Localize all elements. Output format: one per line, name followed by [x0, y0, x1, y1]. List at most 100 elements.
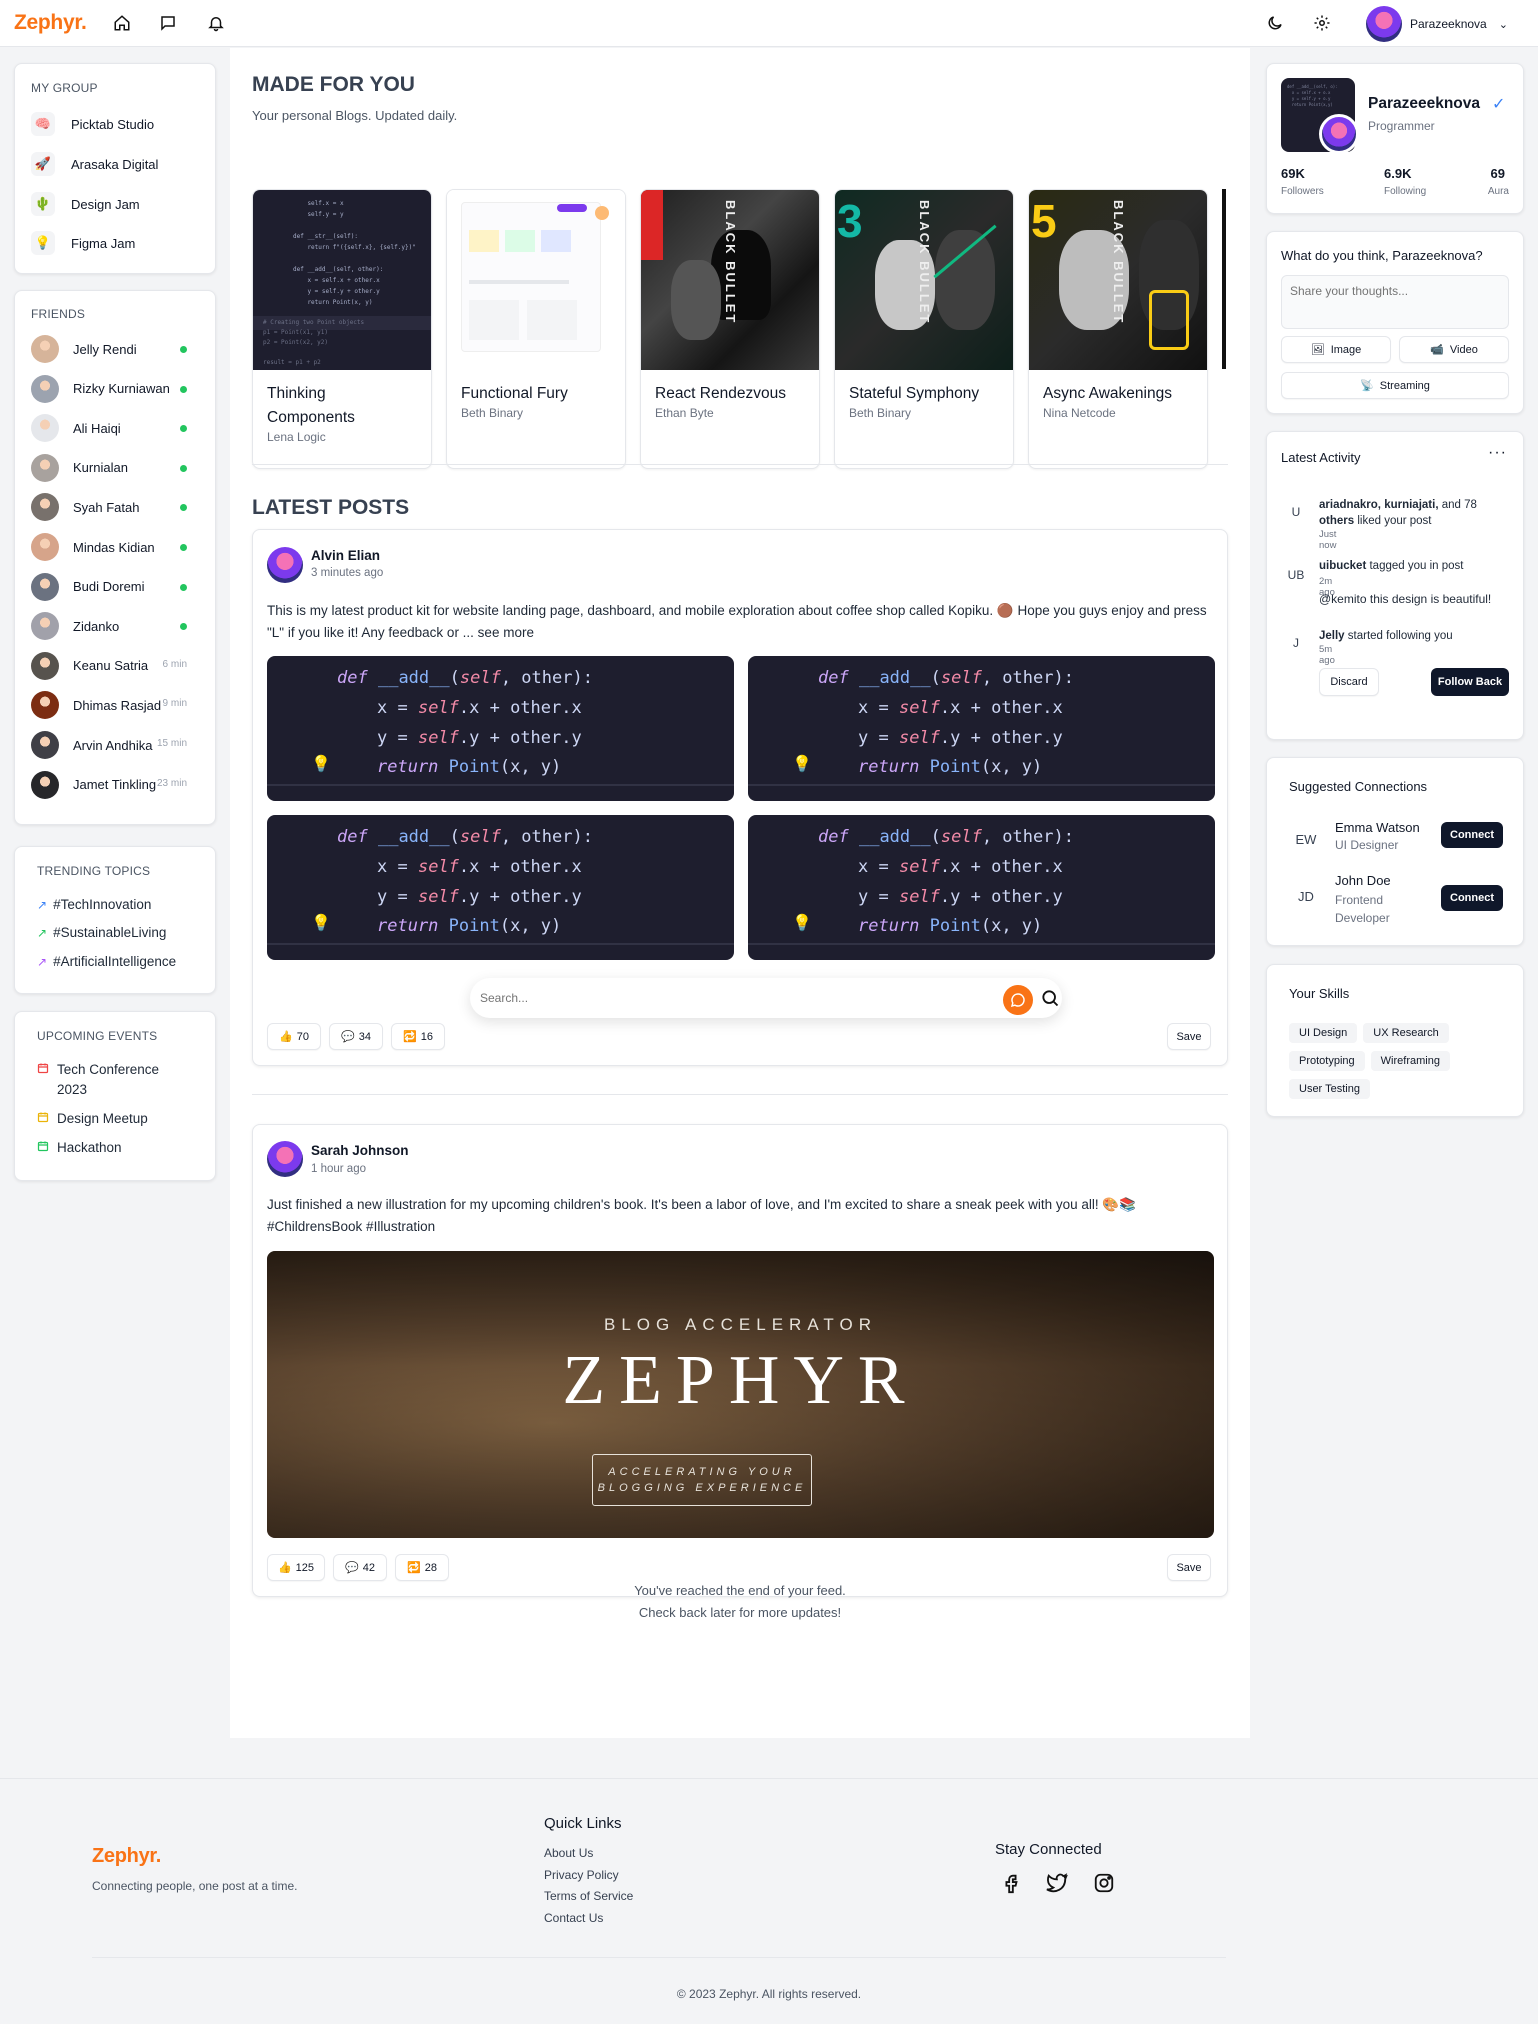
streaming-button[interactable]: 📡 Streaming: [1281, 372, 1509, 399]
dark-mode-icon[interactable]: [1264, 12, 1286, 34]
blog-card-react-rendezvous[interactable]: BLACK BULLET React Rendezvous Ethan Byte: [640, 189, 820, 469]
friend-item[interactable]: Rizky Kurniawan: [31, 374, 201, 403]
skill-pill[interactable]: UX Research: [1363, 1023, 1449, 1043]
stay-connected-title: Stay Connected: [995, 1841, 1102, 1858]
aura-count[interactable]: 69: [1491, 166, 1505, 181]
friend-avatar: [31, 572, 59, 601]
more-options-icon[interactable]: ···: [1488, 444, 1507, 462]
topic-tech-innovation[interactable]: ↗ #TechInnovation: [37, 897, 151, 912]
activity-avatar: U: [1281, 497, 1311, 527]
composer-input[interactable]: [1281, 275, 1509, 329]
footer-link-contact[interactable]: Contact Us: [544, 1911, 603, 1925]
save-button[interactable]: Save: [1167, 1554, 1211, 1581]
event-hackathon[interactable]: Hackathon: [37, 1138, 122, 1158]
code-image[interactable]: def __add__(self, other): x = self.x + o…: [267, 815, 734, 960]
activity-actor[interactable]: ariadnakro, kurniajati,: [1319, 499, 1439, 511]
twitter-icon[interactable]: [1046, 1872, 1068, 1897]
friend-item[interactable]: Kurnialan: [31, 453, 201, 482]
post-author[interactable]: Sarah Johnson: [311, 1143, 409, 1158]
feed-end-line1: You've reached the end of your feed.: [634, 1583, 846, 1598]
following-count[interactable]: 6.9K: [1384, 166, 1411, 181]
activity-actor[interactable]: Jelly: [1319, 630, 1345, 642]
comment-icon: 💬: [341, 1031, 355, 1043]
settings-icon[interactable]: [1311, 12, 1333, 34]
footer-link-privacy[interactable]: Privacy Policy: [544, 1868, 619, 1882]
share-button[interactable]: 🔁 16: [391, 1023, 445, 1050]
blog-card-async-awakenings[interactable]: 5 BLACK BULLET Async Awakenings Nina Net…: [1028, 189, 1208, 469]
chat-bubble-button[interactable]: [1003, 985, 1033, 1015]
app-logo[interactable]: Zephyr.: [14, 11, 87, 35]
connect-button[interactable]: Connect: [1441, 885, 1503, 911]
discard-button[interactable]: Discard: [1319, 668, 1379, 696]
skill-pill[interactable]: Wireframing: [1370, 1051, 1450, 1071]
activity-others[interactable]: others: [1319, 515, 1354, 527]
group-item-figma-jam[interactable]: 💡 Figma Jam: [31, 231, 135, 255]
user-menu[interactable]: Parazeeknova ⌄: [1366, 6, 1508, 42]
messages-icon[interactable]: [157, 12, 179, 34]
topic-artificial-intelligence[interactable]: ↗ #ArtificialIntelligence: [37, 954, 176, 969]
skill-pill[interactable]: UI Design: [1289, 1023, 1358, 1043]
image-button[interactable]: 🖼 Image: [1281, 336, 1391, 363]
connect-button[interactable]: Connect: [1441, 822, 1503, 848]
copyright: © 2023 Zephyr. All rights reserved.: [676, 1987, 862, 2001]
video-button[interactable]: 📹 Video: [1399, 336, 1509, 363]
group-item-picktab[interactable]: 🧠 Picktab Studio: [31, 112, 154, 136]
post-banner-image[interactable]: BLOG ACCELERATOR ZEPHYR ACCELERATING YOU…: [267, 1251, 1214, 1538]
friend-item[interactable]: Zidanko: [31, 612, 201, 641]
chat-icon: [1010, 993, 1025, 1008]
composer-title: What do you think, Parazeeknova?: [1281, 248, 1483, 263]
blog-card-thinking-components[interactable]: self.x = x self.y = y def __str__(self):…: [252, 189, 432, 469]
footer-logo[interactable]: Zephyr.: [92, 1845, 161, 1868]
search-input[interactable]: [480, 986, 980, 1010]
skill-pill[interactable]: User Testing: [1289, 1079, 1370, 1099]
instagram-icon[interactable]: [1093, 1872, 1115, 1897]
blog-author: Lena Logic: [267, 430, 326, 444]
friend-item[interactable]: Budi Doremi: [31, 572, 201, 601]
like-button[interactable]: 👍 125: [267, 1554, 325, 1581]
activity-actor[interactable]: uibucket: [1319, 560, 1366, 572]
followers-count[interactable]: 69K: [1281, 166, 1305, 181]
event-design-meetup[interactable]: Design Meetup: [37, 1109, 148, 1129]
blog-card-functional-fury[interactable]: Functional Fury Beth Binary: [446, 189, 626, 469]
footer-link-terms[interactable]: Terms of Service: [544, 1889, 633, 1903]
group-item-arasaka[interactable]: 🚀 Arasaka Digital: [31, 152, 158, 176]
follow-back-button[interactable]: Follow Back: [1431, 668, 1509, 696]
friend-item[interactable]: Jelly Rendi: [31, 335, 201, 363]
topic-label: #ArtificialIntelligence: [53, 954, 177, 969]
friend-item[interactable]: Mindas Kidian: [31, 533, 201, 561]
profile-avatar[interactable]: [1319, 114, 1359, 154]
suggestion-name[interactable]: Emma Watson: [1335, 820, 1435, 835]
friend-name: Syah Fatah: [73, 499, 140, 515]
like-button[interactable]: 👍 70: [267, 1023, 321, 1050]
group-item-design-jam[interactable]: 🌵 Design Jam: [31, 192, 140, 216]
share-button[interactable]: 🔁 28: [395, 1554, 449, 1581]
comment-button[interactable]: 💬 42: [333, 1554, 387, 1581]
event-label: Hackathon: [57, 1140, 122, 1155]
footer-link-about[interactable]: About Us: [544, 1846, 593, 1860]
footer-divider: [92, 1957, 1226, 1958]
save-button[interactable]: Save: [1167, 1023, 1211, 1050]
home-icon[interactable]: [111, 12, 133, 34]
share-icon: 🔁: [407, 1562, 421, 1574]
code-image[interactable]: def __add__(self, other): x = self.x + o…: [267, 656, 734, 801]
skill-pill[interactable]: Prototyping: [1289, 1051, 1365, 1071]
notifications-icon[interactable]: [205, 12, 227, 34]
author-avatar[interactable]: [267, 1141, 303, 1177]
friend-item[interactable]: Ali Haiqi: [31, 414, 201, 443]
author-avatar[interactable]: [267, 547, 303, 583]
friend-item[interactable]: Syah Fatah: [31, 493, 201, 522]
post-author[interactable]: Alvin Elian: [311, 548, 380, 563]
topic-sustainable-living[interactable]: ↗ #SustainableLiving: [37, 925, 166, 940]
code-image[interactable]: def __add__(self, other): x = self.x + o…: [748, 656, 1215, 801]
topic-label: #SustainableLiving: [53, 925, 167, 940]
comment-button[interactable]: 💬 34: [329, 1023, 383, 1050]
suggestion-name[interactable]: John Doe: [1335, 873, 1425, 888]
group-label: Picktab Studio: [71, 116, 155, 132]
lightbulb-icon: 💡: [311, 913, 331, 932]
event-tech-conference[interactable]: Tech Conference 2023: [37, 1060, 167, 1100]
code-image[interactable]: def __add__(self, other): x = self.x + o…: [748, 815, 1215, 960]
search-icon[interactable]: [1040, 988, 1060, 1011]
blog-card-stateful-symphony[interactable]: 3 BLACK BULLET Stateful Symphony Beth Bi…: [834, 189, 1014, 469]
facebook-icon[interactable]: [1000, 1872, 1022, 1897]
rocket-icon: 🚀: [31, 152, 55, 176]
